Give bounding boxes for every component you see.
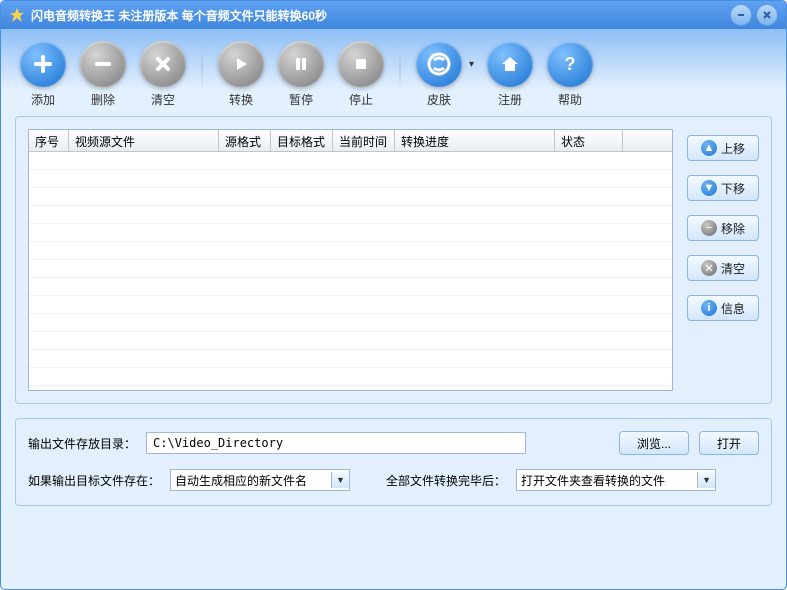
info-icon: i [701,300,717,316]
chevron-down-icon: ▼ [697,472,715,488]
move-down-button[interactable]: ▼下移 [687,175,759,201]
output-dir-row: 输出文件存放目录： 浏览... 打开 [28,431,759,455]
info-button[interactable]: i信息 [687,295,759,321]
question-icon: ? [547,41,593,87]
if-exists-select[interactable]: 自动生成相应的新文件名 ▼ [170,469,350,491]
pause-button[interactable]: 暂停 [273,41,329,108]
file-table[interactable]: 序号 视频源文件 源格式 目标格式 当前时间 转换进度 状态 [28,129,673,391]
table-body [29,152,672,391]
play-icon [218,41,264,87]
window-controls [730,4,778,26]
arrow-down-icon: ▼ [701,180,717,196]
help-button[interactable]: ? 帮助 [542,41,598,108]
col-progress[interactable]: 转换进度 [395,130,555,151]
col-dst-format[interactable]: 目标格式 [271,130,333,151]
col-spacer [623,130,672,151]
move-up-button[interactable]: ▲上移 [687,135,759,161]
x-icon [140,41,186,87]
convert-button[interactable]: 转换 [213,41,269,108]
col-src-format[interactable]: 源格式 [219,130,271,151]
browse-button[interactable]: 浏览... [619,431,689,455]
minus-icon [80,41,126,87]
bottom-panel: 输出文件存放目录： 浏览... 打开 如果输出目标文件存在： 自动生成相应的新文… [15,418,772,506]
col-status[interactable]: 状态 [555,130,623,151]
add-button[interactable]: 添加 [15,41,71,108]
clear-button[interactable]: 清空 [135,41,191,108]
app-icon [9,7,25,23]
skin-dropdown-arrow[interactable]: ▾ [469,59,474,70]
minus-icon: − [701,220,717,236]
close-button[interactable] [756,4,778,26]
options-row: 如果输出目标文件存在： 自动生成相应的新文件名 ▼ 全部文件转换完毕后： 打开文… [28,469,759,491]
table-header: 序号 视频源文件 源格式 目标格式 当前时间 转换进度 状态 [29,130,672,152]
svg-text:?: ? [565,54,576,74]
register-button[interactable]: 注册 [482,41,538,108]
arrow-up-icon: ▲ [701,140,717,156]
skin-icon [416,41,462,87]
col-source[interactable]: 视频源文件 [69,130,219,151]
col-time[interactable]: 当前时间 [333,130,395,151]
skin-button[interactable]: 皮肤 [411,41,467,108]
titlebar: 闪电音频转换王 未注册版本 每个音频文件只能转换60秒 [1,1,786,29]
separator [201,41,203,89]
toolbar: 添加 删除 清空 转换 暂停 停止 皮肤 ▾ 注册 [1,29,786,116]
if-exists-label: 如果输出目标文件存在： [28,472,160,489]
after-all-select[interactable]: 打开文件夹查看转换的文件 ▼ [516,469,716,491]
minimize-button[interactable] [730,4,752,26]
col-index[interactable]: 序号 [29,130,69,151]
output-dir-label: 输出文件存放目录： [28,435,136,452]
side-buttons: ▲上移 ▼下移 −移除 ✕清空 i信息 [687,129,759,391]
remove-button[interactable]: −移除 [687,215,759,241]
home-icon [487,41,533,87]
stop-icon [338,41,384,87]
after-all-label: 全部文件转换完毕后： [386,472,506,489]
main-panel: 序号 视频源文件 源格式 目标格式 当前时间 转换进度 状态 ▲上移 ▼下移 −… [15,116,772,404]
delete-button[interactable]: 删除 [75,41,131,108]
content-area: 序号 视频源文件 源格式 目标格式 当前时间 转换进度 状态 ▲上移 ▼下移 −… [1,116,786,506]
stop-button[interactable]: 停止 [333,41,389,108]
clear-side-button[interactable]: ✕清空 [687,255,759,281]
open-button[interactable]: 打开 [699,431,759,455]
x-icon: ✕ [701,260,717,276]
pause-icon [278,41,324,87]
app-window: 闪电音频转换王 未注册版本 每个音频文件只能转换60秒 添加 删除 清空 转换 … [0,0,787,590]
window-title: 闪电音频转换王 未注册版本 每个音频文件只能转换60秒 [31,7,730,24]
output-dir-input[interactable] [146,432,526,454]
chevron-down-icon: ▼ [331,472,349,488]
separator [399,41,401,89]
plus-icon [20,41,66,87]
